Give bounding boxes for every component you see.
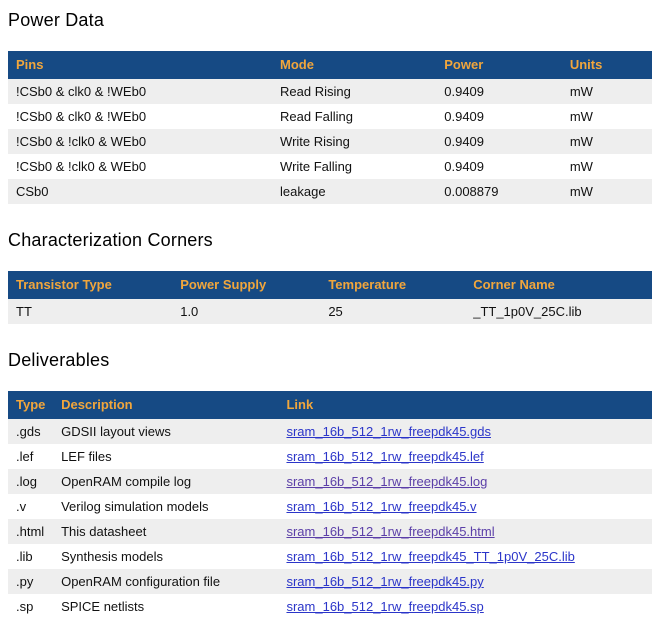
table-cell: .gds [8, 419, 53, 444]
table-cell: CSb0 [8, 179, 272, 204]
table-cell: mW [562, 154, 652, 179]
table-cell: sram_16b_512_1rw_freepdk45_TT_1p0V_25C.l… [278, 544, 652, 569]
table-cell: Write Rising [272, 129, 436, 154]
table-cell: !CSb0 & !clk0 & WEb0 [8, 154, 272, 179]
table-cell: GDSII layout views [53, 419, 278, 444]
table-cell: .v [8, 494, 53, 519]
section-heading: Characterization Corners [8, 230, 652, 251]
file-link[interactable]: sram_16b_512_1rw_freepdk45.py [286, 574, 483, 589]
column-header-power: Power [436, 51, 562, 79]
table-cell: sram_16b_512_1rw_freepdk45.sp [278, 594, 652, 619]
table-cell: .lib [8, 544, 53, 569]
table-cell: Write Falling [272, 154, 436, 179]
table-cell: !CSb0 & clk0 & !WEb0 [8, 79, 272, 104]
table-row: !CSb0 & !clk0 & WEb0Write Falling0.9409m… [8, 154, 652, 179]
file-link[interactable]: sram_16b_512_1rw_freepdk45.gds [286, 424, 491, 439]
table-cell: SPICE netlists [53, 594, 278, 619]
table-cell: Verilog simulation models [53, 494, 278, 519]
table-header-row: TypeDescriptionLink [8, 391, 652, 419]
column-header-mode: Mode [272, 51, 436, 79]
table-cell: sram_16b_512_1rw_freepdk45.log [278, 469, 652, 494]
table-row: .pyOpenRAM configuration file sram_16b_51… [8, 569, 652, 594]
table-row: CSb0leakage0.008879mW [8, 179, 652, 204]
table-cell: mW [562, 104, 652, 129]
table-row: !CSb0 & clk0 & !WEb0Read Falling0.9409mW [8, 104, 652, 129]
table-cell: OpenRAM configuration file [53, 569, 278, 594]
table-cell: mW [562, 79, 652, 104]
table-cell: mW [562, 179, 652, 204]
column-header-transistor-type: Transistor Type [8, 271, 172, 299]
table-cell: Read Rising [272, 79, 436, 104]
table-cell: 0.9409 [436, 104, 562, 129]
data-table: TypeDescriptionLink .gdsGDSII layout vie… [8, 391, 652, 619]
section-power-data: Power Data PinsModePowerUnits !CSb0 & cl… [8, 10, 652, 204]
table-cell: .lef [8, 444, 53, 469]
table-cell: _TT_1p0V_25C.lib [465, 299, 652, 324]
file-link[interactable]: sram_16b_512_1rw_freepdk45.lef [286, 449, 483, 464]
file-link[interactable]: sram_16b_512_1rw_freepdk45.log [286, 474, 487, 489]
table-cell: Read Falling [272, 104, 436, 129]
table-header-row: Transistor TypePower SupplyTemperatureCo… [8, 271, 652, 299]
table-cell: 0.9409 [436, 79, 562, 104]
table-cell: sram_16b_512_1rw_freepdk45.gds [278, 419, 652, 444]
table-row: .lefLEF files sram_16b_512_1rw_freepdk45.… [8, 444, 652, 469]
table-cell: .html [8, 519, 53, 544]
table-cell: 0.9409 [436, 154, 562, 179]
table-cell: .sp [8, 594, 53, 619]
table-cell: TT [8, 299, 172, 324]
table-cell: sram_16b_512_1rw_freepdk45.py [278, 569, 652, 594]
column-header-units: Units [562, 51, 652, 79]
file-link[interactable]: sram_16b_512_1rw_freepdk45.html [286, 524, 494, 539]
table-cell: sram_16b_512_1rw_freepdk45.v [278, 494, 652, 519]
column-header-type: Type [8, 391, 53, 419]
table-cell: OpenRAM compile log [53, 469, 278, 494]
table-cell: 1.0 [172, 299, 320, 324]
table-cell: 0.9409 [436, 129, 562, 154]
table-cell: This datasheet [53, 519, 278, 544]
table-row: .logOpenRAM compile log sram_16b_512_1rw_… [8, 469, 652, 494]
section-characterization-corners: Characterization Corners Transistor Type… [8, 230, 652, 324]
table-row: TT1.025_TT_1p0V_25C.lib [8, 299, 652, 324]
table-cell: Synthesis models [53, 544, 278, 569]
column-header-description: Description [53, 391, 278, 419]
table-cell: !CSb0 & clk0 & !WEb0 [8, 104, 272, 129]
table-cell: LEF files [53, 444, 278, 469]
section-deliverables: Deliverables TypeDescriptionLink .gdsGDS… [8, 350, 652, 619]
table-cell: sram_16b_512_1rw_freepdk45.lef [278, 444, 652, 469]
datasheet-page: Power Data PinsModePowerUnits !CSb0 & cl… [8, 10, 652, 619]
table-cell: !CSb0 & !clk0 & WEb0 [8, 129, 272, 154]
table-row: .libSynthesis models sram_16b_512_1rw_fre… [8, 544, 652, 569]
table-row: !CSb0 & clk0 & !WEb0Read Rising0.9409mW [8, 79, 652, 104]
file-link[interactable]: sram_16b_512_1rw_freepdk45.v [286, 499, 476, 514]
section-heading: Deliverables [8, 350, 652, 371]
table-cell: sram_16b_512_1rw_freepdk45.html [278, 519, 652, 544]
table-cell: .log [8, 469, 53, 494]
column-header-power-supply: Power Supply [172, 271, 320, 299]
table-row: .gdsGDSII layout views sram_16b_512_1rw_f… [8, 419, 652, 444]
column-header-pins: Pins [8, 51, 272, 79]
table-cell: mW [562, 129, 652, 154]
file-link[interactable]: sram_16b_512_1rw_freepdk45_TT_1p0V_25C.l… [286, 549, 574, 564]
section-heading: Power Data [8, 10, 652, 31]
data-table: Transistor TypePower SupplyTemperatureCo… [8, 271, 652, 324]
table-cell: 0.008879 [436, 179, 562, 204]
table-cell: .py [8, 569, 53, 594]
table-row: .vVerilog simulation models sram_16b_512_… [8, 494, 652, 519]
column-header-corner-name: Corner Name [465, 271, 652, 299]
column-header-link: Link [278, 391, 652, 419]
column-header-temperature: Temperature [320, 271, 465, 299]
table-row: !CSb0 & !clk0 & WEb0Write Rising0.9409mW [8, 129, 652, 154]
table-cell: 25 [320, 299, 465, 324]
table-row: .htmlThis datasheet sram_16b_512_1rw_free… [8, 519, 652, 544]
data-table: PinsModePowerUnits !CSb0 & clk0 & !WEb0R… [8, 51, 652, 204]
table-header-row: PinsModePowerUnits [8, 51, 652, 79]
file-link[interactable]: sram_16b_512_1rw_freepdk45.sp [286, 599, 483, 614]
table-row: .spSPICE netlists sram_16b_512_1rw_freepd… [8, 594, 652, 619]
table-cell: leakage [272, 179, 436, 204]
